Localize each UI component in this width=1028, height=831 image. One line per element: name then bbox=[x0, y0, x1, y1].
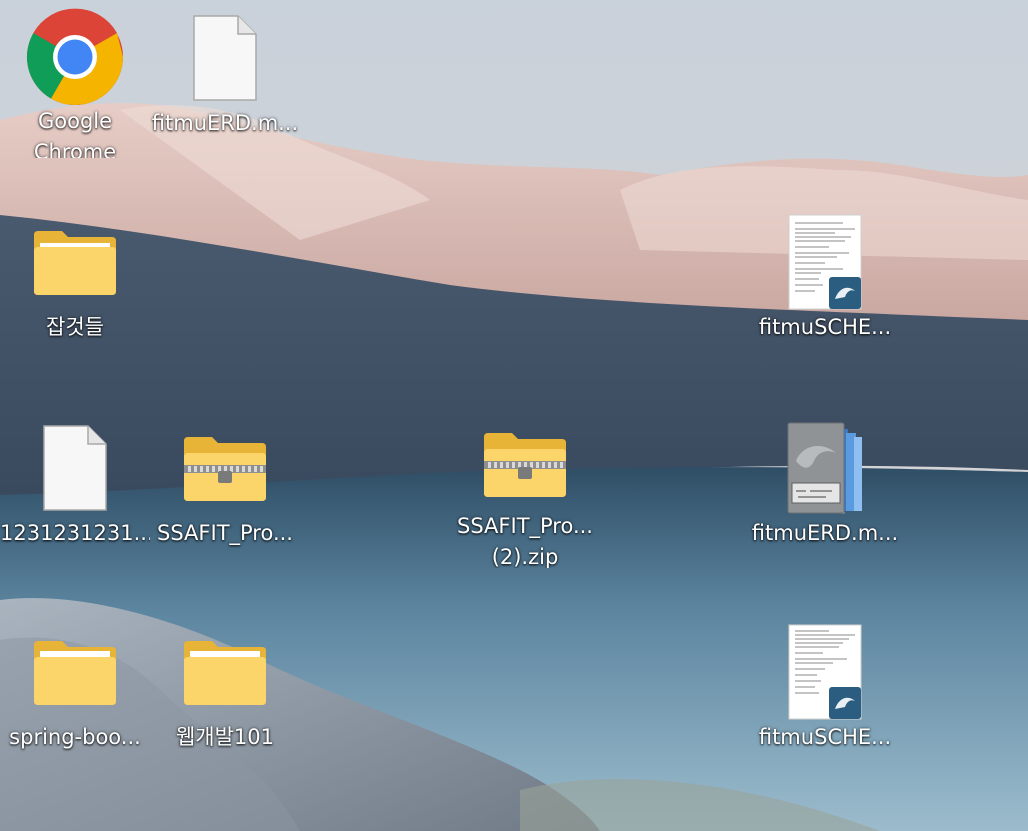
blank-file-icon bbox=[25, 418, 125, 518]
folder-icon bbox=[25, 212, 125, 312]
sql-script-icon bbox=[775, 212, 875, 312]
desktop-icon-fitmuschema-2[interactable]: fitmuSCHE... bbox=[750, 622, 900, 772]
mysql-workbench-model-icon bbox=[775, 418, 875, 518]
icon-label: fitmuERD.m... bbox=[751, 521, 899, 545]
desktop-icon-folder-japgeot[interactable]: 잡것들 bbox=[0, 212, 150, 362]
icon-label: fitmuSCHE... bbox=[758, 725, 892, 749]
blank-file-icon bbox=[175, 8, 275, 108]
desktop-icon-fitmuschema-1[interactable]: fitmuSCHE... bbox=[750, 212, 900, 362]
desktop-icon-folder-spring[interactable]: spring-boo... bbox=[0, 622, 150, 772]
desktop-icon-fitmuerd-workbench[interactable]: fitmuERD.m... bbox=[750, 418, 900, 568]
icon-label: fitmuERD.m... bbox=[151, 111, 299, 135]
icon-label: 1231231231... bbox=[0, 521, 150, 545]
icon-label: 잡것들 bbox=[46, 315, 104, 339]
desktop-icon-folder-webdev[interactable]: 웹개발101 bbox=[150, 622, 300, 772]
sql-script-icon bbox=[775, 622, 875, 722]
desktop-icon-file-123[interactable]: 1231231231... bbox=[0, 418, 150, 568]
folder-icon bbox=[175, 622, 275, 722]
icon-label: spring-boo... bbox=[9, 725, 141, 749]
desktop-icon-chrome[interactable]: Google Chrome bbox=[0, 8, 150, 158]
chrome-icon bbox=[25, 8, 125, 106]
icon-label: 웹개발101 bbox=[175, 725, 275, 749]
icon-label: SSAFIT_Pro... (2).zip bbox=[457, 513, 593, 568]
icon-label: fitmuSCHE... bbox=[758, 315, 892, 339]
desktop-icon-fitmuerd-file[interactable]: fitmuERD.m... bbox=[150, 8, 300, 158]
icon-label: SSAFIT_Pro... bbox=[157, 521, 293, 545]
folder-icon bbox=[25, 622, 125, 722]
zip-folder-icon bbox=[175, 418, 275, 518]
desktop-icon-zip-ssafit-2[interactable]: SSAFIT_Pro... (2).zip bbox=[450, 418, 600, 568]
desktop-icon-zip-ssafit-1[interactable]: SSAFIT_Pro... bbox=[150, 418, 300, 568]
zip-folder-icon bbox=[475, 418, 575, 511]
icon-label: Google Chrome bbox=[33, 109, 117, 158]
